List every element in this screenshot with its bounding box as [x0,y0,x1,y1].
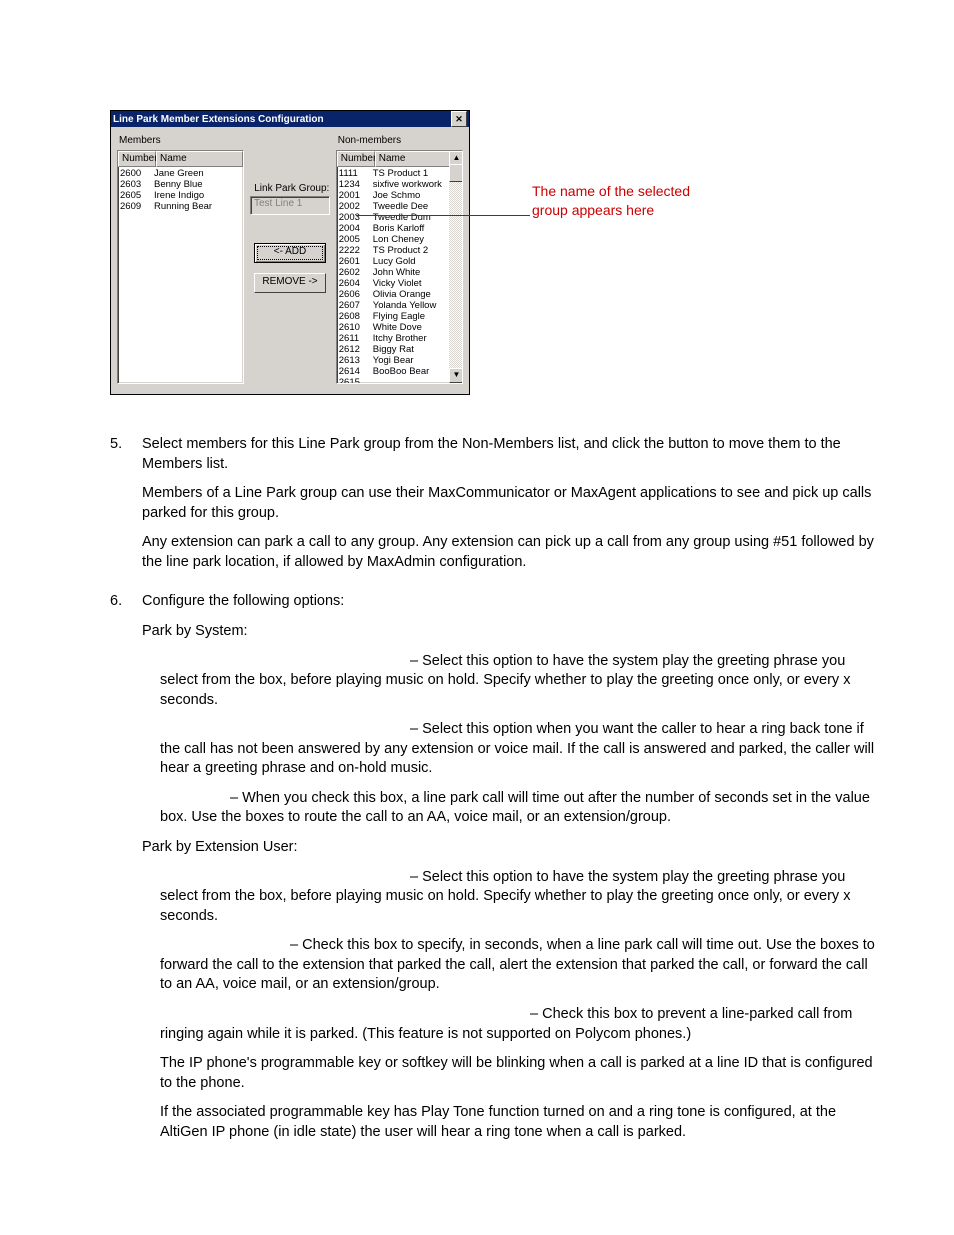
list-item[interactable]: 2002Tweedle Dee [337,201,462,212]
list-item[interactable]: 2607Yolanda Yellow [337,300,462,311]
cell-number: 2222 [337,245,373,256]
list-item[interactable]: 2605Irene Indigo [118,190,243,201]
body-text: Any extension can park a call to any gro… [142,533,882,572]
cell-name: Running Bear [154,201,243,212]
body-text: – Select this option to have the system … [160,652,882,711]
group-name-input[interactable]: Test Line 1 [250,196,330,215]
body-text: – Select this option to have the system … [160,868,882,927]
cell-number: 2004 [337,223,373,234]
annotation-leader-line [356,215,530,216]
step-number: 6. [110,592,142,1152]
list-item[interactable]: 2604Vicky Violet [337,278,462,289]
list-item[interactable]: 2608Flying Eagle [337,311,462,322]
col-header-number[interactable]: Number [118,151,156,167]
list-item[interactable]: 1111TS Product 1 [337,168,462,179]
cell-number: 2615 [337,377,373,384]
list-item[interactable]: 2004Boris Karloff [337,223,462,234]
cell-number: 1234 [337,179,373,190]
cell-number: 2603 [118,179,154,190]
step-number: 5. [110,435,142,582]
body-text: – Check this box to prevent a line-parke… [160,1005,882,1044]
cell-number: 2611 [337,333,373,344]
list-item[interactable]: 2222TS Product 2 [337,245,462,256]
cell-number: 2002 [337,201,373,212]
annotation-text: The name of the selected group appears h… [532,182,712,220]
cell-number: 2609 [118,201,154,212]
cell-number: 2003 [337,212,373,223]
cell-number: 2608 [337,311,373,322]
add-button[interactable]: <- ADD [254,243,326,263]
cell-number: 1111 [337,168,373,179]
list-item[interactable]: 2005Lon Cheney [337,234,462,245]
close-icon[interactable]: ✕ [451,111,467,127]
list-item[interactable]: 2615 [337,377,462,384]
dialog-titlebar[interactable]: Line Park Member Extensions Configuratio… [111,111,469,127]
list-item[interactable]: 2601Lucy Gold [337,256,462,267]
body-text: If the associated programmable key has P… [160,1103,882,1142]
list-item[interactable]: 2611Itchy Brother [337,333,462,344]
list-item[interactable]: 2606Olivia Orange [337,289,462,300]
list-item[interactable]: 2612Biggy Rat [337,344,462,355]
col-header-name[interactable]: Name [156,151,243,167]
body-text: – Check this box to specify, in seconds,… [160,936,882,995]
cell-number: 2005 [337,234,373,245]
cell-number: 2604 [337,278,373,289]
scroll-down-icon[interactable]: ▼ [449,368,463,383]
nonmembers-listbox[interactable]: Number Name 1111TS Product 11234sixfive … [336,150,463,384]
list-item[interactable]: 2613Yogi Bear [337,355,462,366]
members-listbox[interactable]: Number Name 2600Jane Green2603Benny Blue… [117,150,244,384]
line-park-dialog: Line Park Member Extensions Configuratio… [110,110,470,395]
list-item[interactable]: 2602John White [337,267,462,278]
list-item[interactable]: 2600Jane Green [118,168,243,179]
body-text: The IP phone's programmable key or softk… [160,1054,882,1093]
list-item[interactable]: 2610White Dove [337,322,462,333]
list-item[interactable]: 2603Benny Blue [118,179,243,190]
scrollbar[interactable]: ▲ ▼ [449,151,462,383]
body-text: Configure the following options: [142,592,882,612]
list-item[interactable]: 2609Running Bear [118,201,243,212]
cell-number: 2613 [337,355,373,366]
cell-name: Benny Blue [154,179,243,190]
body-text: – When you check this box, a line park c… [160,789,882,828]
members-label: Members [117,135,244,150]
cell-number: 2606 [337,289,373,300]
cell-number: 2601 [337,256,373,267]
list-item[interactable]: 2003Tweedle Dum [337,212,462,223]
list-item[interactable]: 2001Joe Schmo [337,190,462,201]
list-item[interactable]: 1234sixfive workwork [337,179,462,190]
cell-number: 2614 [337,366,373,377]
cell-number: 2610 [337,322,373,333]
list-item[interactable]: 2614BooBoo Bear [337,366,462,377]
body-text: Members of a Line Park group can use the… [142,484,882,523]
body-text: Park by System: [142,622,882,642]
body-text: Select members for this Line Park group … [142,435,882,474]
cell-number: 2607 [337,300,373,311]
cell-name: Irene Indigo [154,190,243,201]
cell-number: 2600 [118,168,154,179]
scroll-thumb[interactable] [449,164,463,182]
remove-button[interactable]: REMOVE -> [254,273,326,293]
body-text: – Select this option when you want the c… [160,720,882,779]
nonmembers-label: Non-members [336,135,463,150]
col-header-number[interactable]: Number [337,151,375,167]
dialog-title: Line Park Member Extensions Configuratio… [113,114,324,125]
cell-number: 2001 [337,190,373,201]
cell-number: 2612 [337,344,373,355]
body-text: Park by Extension User: [142,838,882,858]
link-park-group-label: Link Park Group: [248,183,329,194]
cell-name: Jane Green [154,168,243,179]
cell-number: 2602 [337,267,373,278]
cell-number: 2605 [118,190,154,201]
